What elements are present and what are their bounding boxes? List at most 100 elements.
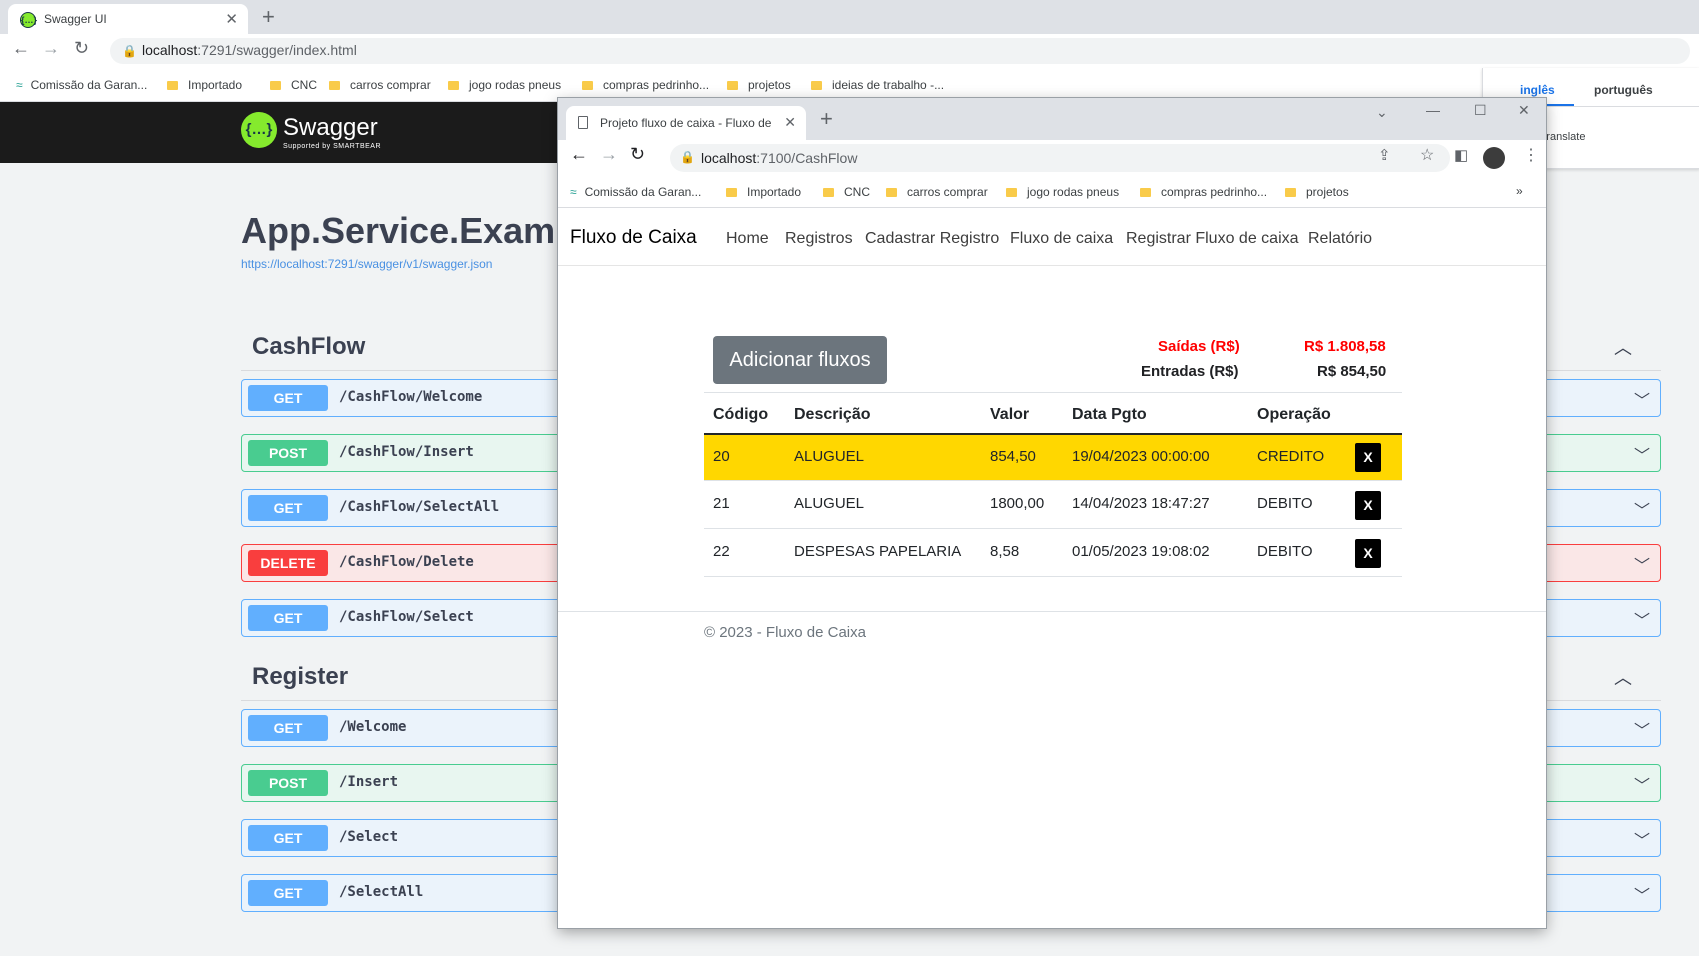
lock-icon[interactable]: 🔒 xyxy=(680,150,695,164)
lock-icon[interactable]: 🔒 xyxy=(122,44,137,58)
swagger-logo-icon[interactable]: {…} xyxy=(241,112,277,148)
add-flows-button[interactable]: Adicionar fluxos xyxy=(713,336,887,384)
delete-row-button[interactable]: X xyxy=(1355,443,1381,472)
more-menu-icon[interactable]: ⋮ xyxy=(1523,145,1539,165)
minimize-icon[interactable]: — xyxy=(1426,102,1440,118)
folder-icon xyxy=(1140,188,1151,197)
bookmark-item[interactable]: ideias de trabalho -... xyxy=(811,78,944,92)
translate-lang-portuguese[interactable]: português xyxy=(1594,83,1653,97)
bookmark-item[interactable]: projetos xyxy=(727,78,791,92)
chevron-down-icon[interactable]: ﹀ xyxy=(1634,497,1650,521)
chevron-down-icon[interactable]: ﹀ xyxy=(1634,387,1650,411)
method-badge: DELETE xyxy=(248,550,328,576)
bookmark-star-icon[interactable]: ☆ xyxy=(1420,145,1434,165)
share-icon[interactable]: ⇪ xyxy=(1378,146,1391,164)
folder-icon xyxy=(1006,188,1017,197)
chevron-down-icon[interactable]: ﹀ xyxy=(1634,882,1650,906)
new-tab-icon[interactable]: + xyxy=(262,4,275,30)
footer-text: © 2023 - Fluxo de Caixa xyxy=(704,624,866,641)
site-brand[interactable]: Fluxo de Caixa xyxy=(570,227,697,249)
table-row: 20 ALUGUEL 854,50 19/04/2023 00:00:00 CR… xyxy=(704,435,1402,481)
swagger-json-link[interactable]: https://localhost:7291/swagger/v1/swagge… xyxy=(241,257,492,271)
chevron-up-icon[interactable]: ︿ xyxy=(1614,334,1632,360)
forward-arrow-icon[interactable]: → xyxy=(42,38,60,59)
profile-avatar[interactable] xyxy=(1483,147,1505,169)
front-tab-cashflow[interactable]: Projeto fluxo de caixa - Fluxo de ✕ xyxy=(566,106,806,140)
bookmark-item[interactable]: jogo rodas pneus xyxy=(448,78,561,92)
api-title: App.Service.Exam xyxy=(241,210,556,251)
method-badge: POST xyxy=(248,770,328,796)
bookmark-item[interactable]: CNC xyxy=(823,185,870,199)
bookmark-item[interactable]: projetos xyxy=(1285,185,1349,199)
nav-relatorio[interactable]: Relatório xyxy=(1308,230,1372,248)
forward-arrow-icon[interactable]: → xyxy=(600,144,618,165)
translate-label: Translate xyxy=(1540,131,1586,143)
nav-fluxo-de-caixa[interactable]: Fluxo de caixa xyxy=(1010,230,1113,248)
back-bookmarks-bar: ≈ Comissão da Garan... Importado CNC carr… xyxy=(0,68,1699,102)
entradas-label: Entradas (R$) xyxy=(1141,363,1239,380)
back-tab-swagger[interactable]: {…} Swagger UI ✕ xyxy=(8,4,248,34)
back-url[interactable]: localhost:7291/swagger/index.html xyxy=(142,42,357,58)
chevron-down-icon[interactable]: ﹀ xyxy=(1634,607,1650,631)
chevron-down-icon[interactable]: ﹀ xyxy=(1634,442,1650,466)
back-arrow-icon[interactable]: ← xyxy=(570,144,588,165)
reload-icon[interactable]: ↻ xyxy=(74,38,89,59)
operation-path: /CashFlow/Welcome xyxy=(339,389,483,405)
cell-data: 14/04/2023 18:47:27 xyxy=(1072,495,1210,512)
chevron-down-icon[interactable]: ﹀ xyxy=(1634,717,1650,741)
back-arrow-icon[interactable]: ← xyxy=(12,38,30,59)
reload-icon[interactable]: ↻ xyxy=(630,144,645,165)
table-row: 21 ALUGUEL 1800,00 14/04/2023 18:47:27 D… xyxy=(704,481,1402,529)
bookmark-item[interactable]: Importado xyxy=(167,78,242,92)
tab-search-chevron-icon[interactable]: ⌄ xyxy=(1376,104,1388,121)
swagger-favicon-icon: {…} xyxy=(20,12,37,28)
col-header-valor: Valor xyxy=(990,406,1030,423)
swagger-logo-text[interactable]: Swagger xyxy=(283,114,378,142)
operation-path: /Insert xyxy=(339,774,399,790)
bookmark-item[interactable]: compras pedrinho... xyxy=(582,78,709,92)
side-panel-icon[interactable]: ◧ xyxy=(1454,146,1468,164)
close-tab-icon[interactable]: ✕ xyxy=(225,10,238,28)
translate-lang-english[interactable]: inglês xyxy=(1520,83,1555,97)
close-tab-icon[interactable]: ✕ xyxy=(784,114,796,131)
cell-operacao: CREDITO xyxy=(1257,448,1325,465)
bookmark-item[interactable]: Importado xyxy=(726,185,801,199)
bookmark-item[interactable]: compras pedrinho... xyxy=(1140,185,1267,199)
section-title-cashflow[interactable]: CashFlow xyxy=(252,333,365,361)
chevron-down-icon[interactable]: ﹀ xyxy=(1634,552,1650,576)
folder-icon xyxy=(329,81,340,90)
bookmark-item[interactable]: carros comprar xyxy=(329,78,431,92)
nav-registrar-fluxo[interactable]: Registrar Fluxo de caixa xyxy=(1126,230,1299,248)
section-title-register[interactable]: Register xyxy=(252,663,348,691)
col-header-data: Data Pgto xyxy=(1072,406,1147,423)
bookmark-item[interactable]: CNC xyxy=(270,78,317,92)
chevron-up-icon[interactable]: ︿ xyxy=(1614,664,1632,690)
operation-path: /CashFlow/SelectAll xyxy=(339,499,500,515)
more-bookmarks-icon[interactable]: » xyxy=(1516,184,1523,198)
close-window-icon[interactable]: ✕ xyxy=(1518,102,1530,119)
operation-path: /SelectAll xyxy=(339,884,424,900)
method-badge: GET xyxy=(248,715,328,741)
nav-home[interactable]: Home xyxy=(726,230,769,248)
delete-row-button[interactable]: X xyxy=(1355,539,1381,568)
folder-icon xyxy=(811,81,822,90)
bookmark-item[interactable]: ≈ Comissão da Garan... xyxy=(16,78,147,92)
chevron-down-icon[interactable]: ﹀ xyxy=(1634,827,1650,851)
bookmark-item[interactable]: carros comprar xyxy=(886,185,988,199)
nav-registros[interactable]: Registros xyxy=(785,230,853,248)
method-badge: GET xyxy=(248,605,328,631)
front-url[interactable]: localhost:7100/CashFlow xyxy=(701,150,857,166)
folder-icon xyxy=(167,81,178,90)
operation-path: /Select xyxy=(339,829,399,845)
new-tab-icon[interactable]: + xyxy=(820,106,833,132)
bookmark-item[interactable]: ≈ Comissão da Garan... xyxy=(570,185,701,199)
front-browser-window[interactable]: Projeto fluxo de caixa - Fluxo de ✕ + ⌄ … xyxy=(558,98,1546,928)
swagger-logo-subtitle: Supported by SMARTBEAR xyxy=(283,143,382,150)
delete-row-button[interactable]: X xyxy=(1355,491,1381,520)
nav-cadastrar-registro[interactable]: Cadastrar Registro xyxy=(865,230,999,248)
maximize-icon[interactable]: ☐ xyxy=(1474,102,1487,119)
cell-descricao: ALUGUEL xyxy=(794,495,865,512)
bookmark-item[interactable]: jogo rodas pneus xyxy=(1006,185,1119,199)
folder-icon xyxy=(1285,188,1296,197)
chevron-down-icon[interactable]: ﹀ xyxy=(1634,772,1650,796)
